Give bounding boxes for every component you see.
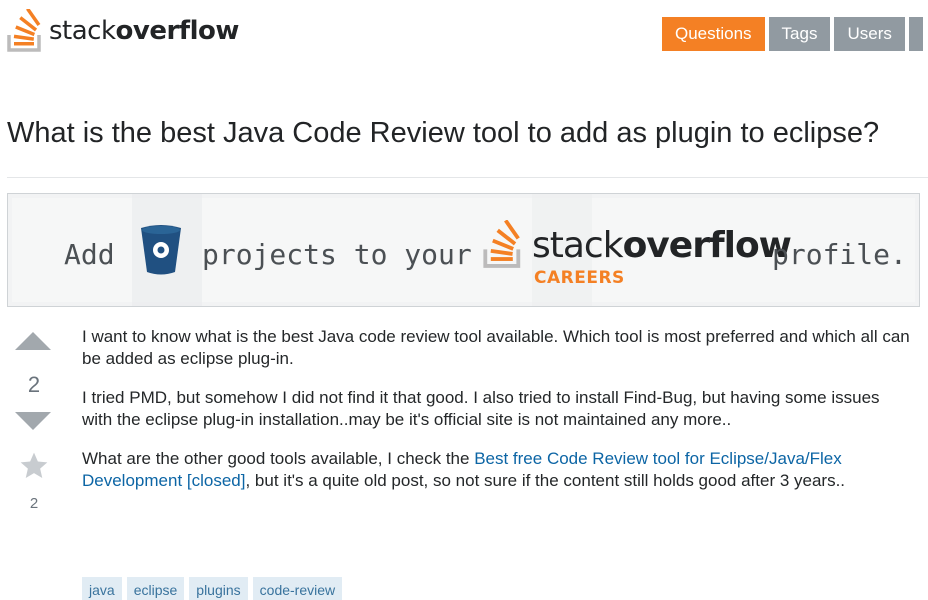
post-tags: java eclipse plugins code-review (82, 577, 343, 600)
tag-eclipse[interactable]: eclipse (126, 577, 185, 600)
downvote-arrow-icon[interactable] (15, 412, 51, 430)
post-text: What are the other good tools available,… (82, 449, 475, 468)
tag-code-review[interactable]: code-review (252, 577, 343, 600)
banner-background: Add projects to your stackoverflow CAREE… (12, 194, 915, 306)
post-paragraph: What are the other good tools available,… (82, 448, 912, 492)
careers-banner-ad[interactable]: Add projects to your stackoverflow CAREE… (7, 193, 920, 307)
top-nav: Questions Tags Users (662, 17, 923, 51)
stackoverflow-careers-logo-icon (483, 220, 521, 268)
site-logo[interactable]: stackoverflow (6, 9, 239, 53)
nav-users[interactable]: Users (834, 17, 905, 51)
banner-text-profile: profile. (772, 238, 907, 271)
post-paragraph: I want to know what is the best Java cod… (82, 327, 910, 368)
banner-text-add: Add (64, 238, 115, 271)
stackoverflow-logo-icon (7, 9, 41, 52)
favorite-star-icon[interactable] (18, 450, 50, 482)
favorite-count: 2 (29, 495, 39, 512)
bitbucket-icon (141, 225, 181, 275)
post-text: , but it's a quite old post, so not sure… (245, 471, 846, 490)
vote-count: 2 (27, 372, 41, 397)
title-divider (7, 177, 928, 178)
banner-brand-careers: CAREERS (534, 268, 625, 288)
post-paragraph: I tried PMD, but somehow I did not find … (82, 388, 880, 429)
banner-text-projects: projects to your (202, 238, 472, 271)
nav-questions[interactable]: Questions (662, 17, 765, 51)
banner-brand-wordmark: stackoverflow (532, 225, 792, 266)
upvote-arrow-icon[interactable] (15, 332, 51, 350)
nav-next-button[interactable] (908, 17, 923, 51)
question-body: I want to know what is the best Java cod… (82, 326, 912, 509)
tag-plugins[interactable]: plugins (189, 577, 248, 600)
nav-tags[interactable]: Tags (768, 17, 831, 51)
question-title[interactable]: What is the best Java Code Review tool t… (7, 117, 879, 150)
tag-java[interactable]: java (82, 577, 122, 600)
logo-wordmark: stackoverflow (49, 16, 239, 46)
